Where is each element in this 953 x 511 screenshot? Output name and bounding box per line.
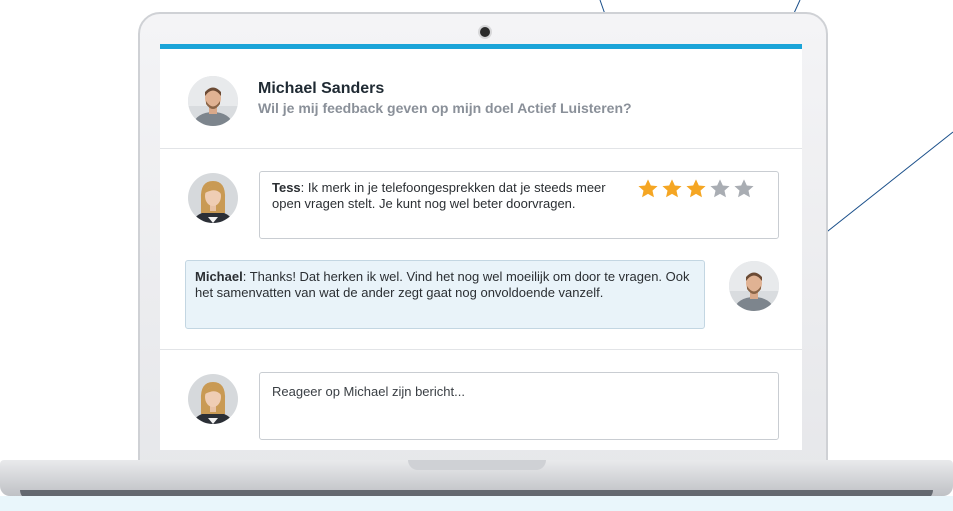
avatar-michael bbox=[729, 261, 779, 311]
webcam-icon bbox=[480, 27, 490, 37]
star-rating bbox=[637, 178, 755, 200]
comment-tess-text: Tess: Ik merk in je telefoongesprekken d… bbox=[272, 180, 624, 212]
comment-separator: : bbox=[300, 180, 308, 195]
comment-author: Tess bbox=[272, 180, 301, 195]
reply-input[interactable] bbox=[259, 372, 779, 440]
avatar-michael-sanders bbox=[188, 76, 238, 126]
comment-body: Thanks! Dat herken ik wel. Vind het nog … bbox=[195, 269, 690, 300]
star-icon bbox=[637, 178, 659, 200]
star-icon bbox=[661, 178, 683, 200]
star-icon bbox=[709, 178, 731, 200]
comment-michael: Michael: Thanks! Dat herken ik wel. Vind… bbox=[185, 260, 705, 329]
header-author-name: Michael Sanders bbox=[258, 80, 385, 97]
comment-body: Ik merk in je telefoongesprekken dat je … bbox=[272, 180, 606, 211]
laptop-notch bbox=[408, 460, 546, 470]
avatar-current-user bbox=[188, 374, 238, 424]
comment-michael-text: Michael: Thanks! Dat herken ik wel. Vind… bbox=[195, 269, 700, 301]
divider bbox=[160, 349, 802, 350]
star-icon bbox=[685, 178, 707, 200]
comment-separator: : bbox=[242, 269, 250, 284]
star-icon bbox=[733, 178, 755, 200]
divider bbox=[160, 148, 802, 149]
header-question: Wil je mij feedback geven op mijn doel A… bbox=[258, 100, 632, 116]
comment-tess: Tess: Ik merk in je telefoongesprekken d… bbox=[259, 171, 779, 239]
floor-band bbox=[0, 496, 953, 511]
laptop-screen: Michael Sanders Wil je mij feedback geve… bbox=[160, 44, 802, 450]
avatar-tess bbox=[188, 173, 238, 223]
comment-author: Michael bbox=[195, 269, 243, 284]
